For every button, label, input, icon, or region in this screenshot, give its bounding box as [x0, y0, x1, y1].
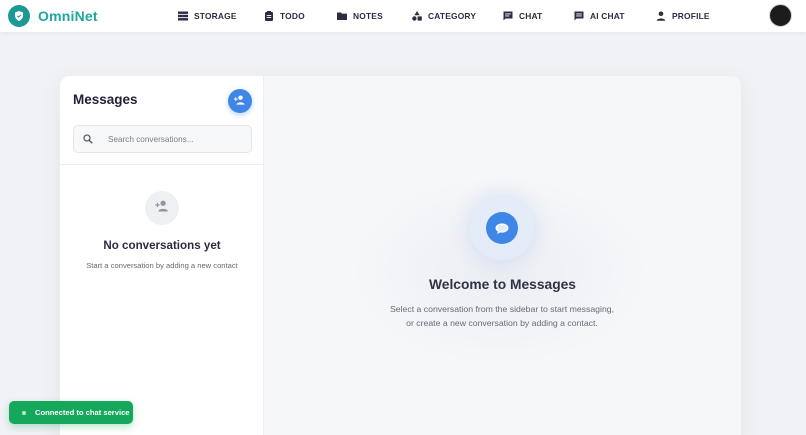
search-box — [73, 125, 252, 153]
add-contact-button[interactable] — [228, 89, 252, 113]
welcome-description: Select a conversation from the sidebar t… — [389, 304, 615, 328]
welcome-icon-ring — [470, 196, 534, 260]
nav-item-profile[interactable]: PROFILE — [656, 0, 710, 32]
nav-label: STORAGE — [194, 11, 237, 21]
nav-item-notes[interactable]: NOTES — [337, 0, 383, 32]
storage-icon — [178, 11, 188, 21]
category-icon — [412, 11, 422, 21]
folder-icon — [337, 11, 347, 21]
nav-item-ai-chat[interactable]: AI CHAT — [574, 0, 625, 32]
nav-label: PROFILE — [672, 11, 710, 21]
nav-item-category[interactable]: CATEGORY — [412, 0, 476, 32]
empty-state-icon — [145, 191, 179, 225]
divider — [60, 164, 264, 165]
user-avatar[interactable] — [769, 4, 792, 27]
search-input[interactable] — [108, 134, 248, 144]
nav-label: TODO — [280, 11, 305, 21]
nav-label: CHAT — [519, 11, 543, 21]
person-add-icon — [154, 199, 170, 217]
top-navbar: OmniNet STORAGE TODO NOTES CATEGORY CHAT — [0, 0, 806, 32]
empty-state-subtitle: Start a conversation by adding a new con… — [86, 261, 238, 270]
empty-state-title: No conversations yet — [103, 239, 221, 252]
nav-item-todo[interactable]: TODO — [264, 0, 305, 32]
nav-label: NOTES — [353, 11, 383, 21]
shield-logo-icon — [8, 5, 30, 27]
nav-item-chat[interactable]: CHAT — [503, 0, 542, 32]
messages-card: Messages No conversations yet Start a co… — [60, 76, 741, 435]
toast-text: Connected to chat service — [35, 408, 130, 417]
nav-label: CATEGORY — [428, 11, 477, 21]
nav-item-storage[interactable]: STORAGE — [178, 0, 237, 32]
chat-bubble-icon — [486, 212, 518, 244]
sidebar-title: Messages — [73, 92, 138, 107]
person-add-icon — [234, 92, 246, 110]
conversations-sidebar: Messages No conversations yet Start a co… — [60, 76, 264, 435]
person-icon — [656, 11, 666, 21]
status-dot-icon — [22, 410, 26, 415]
chat-icon — [503, 11, 513, 21]
connection-status-toast: Connected to chat service — [9, 401, 133, 424]
search-icon — [83, 134, 93, 144]
nav-label: AI CHAT — [590, 11, 625, 21]
clipboard-icon — [264, 11, 274, 21]
welcome-title: Welcome to Messages — [429, 277, 576, 292]
brand-name: OmniNet — [38, 8, 98, 24]
brand[interactable]: OmniNet — [8, 5, 98, 27]
ai-chat-icon — [574, 11, 584, 21]
